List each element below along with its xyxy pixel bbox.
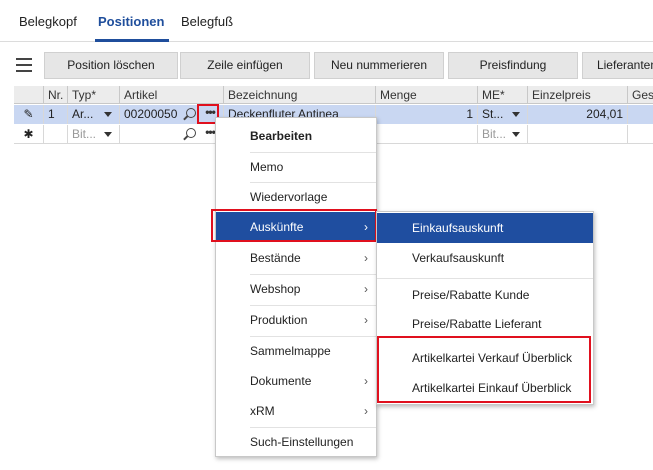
search-icon[interactable]	[186, 128, 196, 138]
menu-item-such-einstellungen[interactable]: Such-Einstellungen	[216, 427, 376, 457]
menu-item-webshop[interactable]: Webshop ›	[216, 274, 376, 304]
menu-item-label: Webshop	[250, 282, 301, 296]
menu-item-label: Dokumente	[250, 374, 312, 388]
chevron-right-icon: ›	[364, 313, 368, 327]
cell-me[interactable]: St...	[478, 105, 528, 124]
search-icon[interactable]	[186, 108, 196, 118]
menu-item-label: xRM	[250, 404, 275, 418]
menu-item-sammelmappe[interactable]: Sammelmappe	[216, 336, 376, 366]
menu-item-xrm[interactable]: xRM ›	[216, 396, 376, 426]
tab-belegkopf[interactable]: Belegkopf	[19, 14, 77, 29]
tab-belegfuss[interactable]: Belegfuß	[181, 14, 233, 29]
menu-separator	[377, 278, 593, 279]
grid-header: Nr. Typ* Artikel Bezeichnung Menge ME* E…	[14, 86, 653, 104]
delete-position-button[interactable]: Position löschen	[44, 52, 178, 79]
cell-einzelpreis[interactable]	[528, 125, 628, 144]
renumber-button[interactable]: Neu nummerieren	[314, 52, 444, 79]
cell-me-placeholder: Bit...	[482, 127, 507, 141]
col-nr[interactable]: Nr.	[44, 86, 68, 104]
col-artikel[interactable]: Artikel	[120, 86, 224, 104]
tab-positionen[interactable]: Positionen	[98, 14, 164, 29]
col-typ[interactable]: Typ*	[68, 86, 120, 104]
menu-icon[interactable]	[16, 58, 32, 72]
submenu-item-preise-rabatte-lieferant[interactable]: Preise/Rabatte Lieferant	[377, 309, 593, 339]
chevron-down-icon[interactable]	[512, 132, 520, 137]
cell-nr: 1	[44, 105, 68, 124]
menu-item-wiedervorlage[interactable]: Wiedervorlage	[216, 182, 376, 212]
active-tab-indicator	[95, 39, 169, 42]
toolbar: Position löschen Zeile einfügen Neu numm…	[0, 52, 653, 80]
cell-gesamt[interactable]	[628, 125, 653, 144]
chevron-down-icon[interactable]	[512, 112, 520, 117]
menu-item-bestaende[interactable]: Bestände ›	[216, 243, 376, 273]
cell-me[interactable]: Bit...	[478, 125, 528, 144]
menu-item-produktion[interactable]: Produktion ›	[216, 305, 376, 335]
cell-typ-value: Ar...	[72, 107, 94, 121]
new-row-icon: ✱	[14, 125, 44, 144]
submenu-item-verkaufsauskunft[interactable]: Verkaufsauskunft	[377, 243, 593, 273]
col-bezeichnung[interactable]: Bezeichnung	[224, 86, 376, 104]
cell-artikel[interactable]: •••	[120, 125, 224, 144]
col-menge[interactable]: Menge	[376, 86, 478, 104]
col-einzelpreis[interactable]: Einzelpreis	[528, 86, 628, 104]
cell-artikel-value: 00200050	[124, 107, 178, 121]
chevron-right-icon: ›	[364, 374, 368, 388]
price-finding-button[interactable]: Preisfindung	[448, 52, 578, 79]
annotation-highlight-box	[211, 209, 377, 242]
menu-item-label: Produktion	[250, 313, 308, 327]
chevron-right-icon: ›	[364, 404, 368, 418]
cell-gesamt[interactable]	[628, 105, 653, 124]
context-menu: Bearbeiten Memo Wiedervorlage Auskünfte …	[215, 117, 377, 457]
tab-bar: Belegkopf Positionen Belegfuß	[0, 0, 653, 42]
cell-me-value: St...	[482, 107, 504, 121]
chevron-down-icon[interactable]	[104, 112, 112, 117]
submenu-item-einkaufsauskunft[interactable]: Einkaufsauskunft	[377, 213, 593, 243]
col-me[interactable]: ME*	[478, 86, 528, 104]
cell-typ-placeholder: Bit...	[72, 127, 97, 141]
menu-item-label: Bestände	[250, 251, 301, 265]
chevron-down-icon[interactable]	[104, 132, 112, 137]
submenu-item-preise-rabatte-kunde[interactable]: Preise/Rabatte Kunde	[377, 280, 593, 310]
menu-item-bearbeiten[interactable]: Bearbeiten	[216, 121, 376, 151]
chevron-right-icon: ›	[364, 282, 368, 296]
cell-typ[interactable]: Ar...	[68, 105, 120, 124]
cell-einzelpreis[interactable]: 204,01	[528, 105, 628, 124]
insert-row-button[interactable]: Zeile einfügen	[180, 52, 310, 79]
edit-pencil-icon: ✎	[14, 105, 44, 124]
cell-nr	[44, 125, 68, 144]
cell-menge[interactable]	[376, 125, 478, 144]
menu-item-dokumente[interactable]: Dokumente ›	[216, 366, 376, 396]
cell-menge[interactable]: 1	[376, 105, 478, 124]
col-marker	[14, 86, 44, 104]
cell-typ[interactable]: Bit...	[68, 125, 120, 144]
menu-item-memo[interactable]: Memo	[216, 152, 376, 182]
col-gesamt[interactable]: Ges	[628, 86, 653, 104]
suppliers-button[interactable]: Lieferanten	[582, 52, 653, 79]
annotation-highlight-box	[377, 336, 591, 403]
chevron-right-icon: ›	[364, 251, 368, 265]
